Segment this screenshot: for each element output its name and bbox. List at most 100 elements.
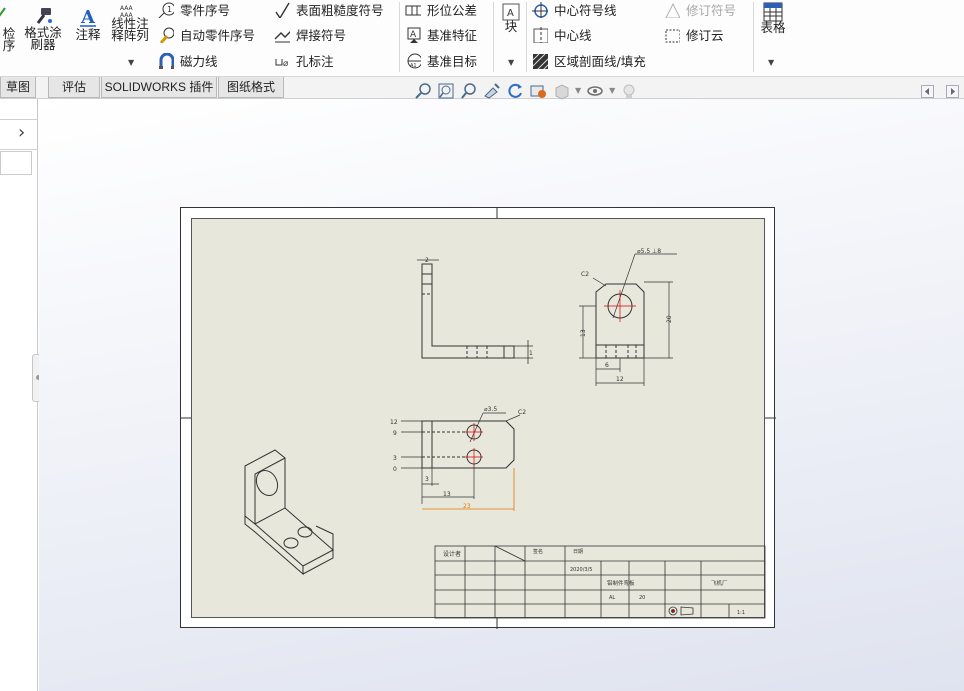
tab-sheet-format[interactable]: 图纸格式 [218,77,284,98]
tab-solidworks-addins[interactable]: SOLIDWORKS 插件 [101,77,217,98]
front-dim-12: 12 [390,419,398,426]
hide-show-dropdown-icon[interactable]: ▼ [609,82,615,102]
title-block-scale: 1:1 [737,610,745,616]
centerline-button[interactable]: 中心线 [532,25,592,44]
revision-symbol-button[interactable]: 修订符号 [664,0,736,19]
side-view [417,259,533,364]
hole-callout-button[interactable]: ⌀ 孔标注 [274,51,334,70]
linear-note-dropdown[interactable]: ▼ [128,58,134,67]
previous-view-icon[interactable] [460,82,478,100]
svg-text:A1: A1 [410,63,417,69]
panel-field[interactable] [0,151,32,175]
top-view [579,253,677,386]
svg-text:1: 1 [167,5,172,14]
block-button[interactable]: A 块 [498,3,524,33]
rotate-view-icon[interactable] [506,82,524,100]
front-chamfer-label: C2 [518,409,526,416]
datum-target-icon: A1 [407,53,421,69]
surface-finish-button[interactable]: 表面粗糙度符号 [274,0,384,19]
block-dropdown[interactable]: ▼ [508,58,514,67]
datum-target-button[interactable]: A1 基准目标 [405,51,477,70]
svg-text:1: 1 [529,350,533,357]
geometric-tolerance-icon [405,5,421,15]
magnetic-line-label: 磁力线 [180,54,218,69]
ribbon-separator [753,2,754,72]
hole-callout-label: 孔标注 [296,54,334,69]
svg-text:⌀: ⌀ [283,59,289,69]
svg-text:A: A [507,8,514,19]
title-block-unit: 飞机厂 [711,579,728,587]
block-label: 块 [504,19,518,34]
weld-symbol-icon [274,30,290,42]
zoom-to-fit-icon[interactable] [414,82,432,100]
top-hole-callout: ⌀5.5 ⊥8 [637,248,661,255]
geometric-tolerance-label: 形位公差 [427,3,478,18]
top-dim-20: 20 [666,315,673,323]
revision-cloud-label: 修订云 [686,28,724,43]
surface-finish-icon [275,2,290,18]
area-hatch-button[interactable]: 区域剖面线/填充 [532,51,646,70]
balloon-icon: 1 [158,2,174,18]
panel-top-row [0,119,38,120]
magnet-icon [159,52,174,69]
centerline-label: 中心线 [554,28,592,43]
drawing-sheet[interactable]: 2 1 ⌀5.5 ⊥8 C2 20 13 6 12 ⌀3.5 C2 12 9 3… [180,207,776,629]
note-label: 注释 [75,27,101,42]
datum-feature-icon: A [407,27,421,43]
scene-icon[interactable] [620,82,638,100]
note-button[interactable]: A 注释 [72,6,104,41]
tab-sketch[interactable]: 草图 [0,77,36,98]
arrow-right-icon [951,88,955,95]
projection-symbol-icon [668,606,694,616]
heads-up-view-toolbar: ▼ ▼ [414,82,638,102]
tab-evaluate[interactable]: 评估 [48,77,100,98]
drawing-canvas: 2 1 ⌀5.5 ⊥8 C2 20 13 6 12 ⌀3.5 C2 12 9 3… [181,208,776,629]
display-style-icon[interactable] [529,82,547,100]
title-block-header-2: 签名 [533,548,543,555]
center-mark-button[interactable]: 中心符号线 [532,0,617,19]
weld-symbol-button[interactable]: 焊接符号 [274,25,346,44]
zoom-area-icon[interactable] [437,82,455,100]
window-tile-left-button[interactable] [921,85,934,98]
section-view-icon[interactable] [483,82,501,100]
format-painter-label-2: 刷器 [30,37,56,52]
expand-arrow-icon[interactable]: › [18,121,25,145]
area-hatch-label: 区域剖面线/填充 [554,54,646,69]
balloon-label: 零件序号 [180,3,231,18]
table-dropdown[interactable]: ▼ [768,58,774,67]
linear-note-pattern-button[interactable]: AAA AAA 线性注 释阵列 [108,4,152,42]
check-icon [0,7,6,17]
front-dim-0: 0 [393,466,397,473]
svg-text:2: 2 [425,257,429,264]
model-items-button[interactable]: 检 序 [0,7,18,52]
auto-balloon-button[interactable]: 自动零件序号 [158,25,255,44]
datum-feature-button[interactable]: A 基准特征 [405,25,477,44]
title-block-date: 2020/3/5 [570,567,592,573]
centerline-icon [533,26,548,43]
hatch-icon [532,53,548,69]
auto-balloon-icon [159,27,174,43]
front-dim-9: 9 [393,430,397,437]
revision-cloud-icon [665,29,680,42]
top-dim-6: 6 [605,362,609,369]
note-a-icon: A [80,7,96,28]
table-label: 表格 [760,20,786,35]
format-painter-button[interactable]: 格式涂 刷器 [22,6,64,51]
view-dropdown-icon[interactable]: ▼ [575,82,581,102]
balloon-button[interactable]: 1 零件序号 [158,0,230,19]
geometric-tolerance-button[interactable]: 形位公差 [405,0,477,19]
hide-show-icon[interactable] [586,82,604,100]
ribbon-toolbar: 检 序 格式涂 刷器 A 注释 AAA AAA 线性注 释阵列 ▼ 1 零件序号 [0,0,964,77]
front-dim-x3: 3 [425,476,429,483]
front-dim-3: 3 [393,455,397,462]
title-block-header-3: 日期 [573,549,583,555]
view-cube-icon[interactable] [552,82,570,100]
magnetic-line-button[interactable]: 磁力线 [158,51,218,70]
datum-target-label: 基准目标 [427,54,478,69]
revision-cloud-button[interactable]: 修订云 [664,25,724,44]
panel-row-divider [0,149,38,150]
table-button[interactable]: 表格 [758,2,788,34]
window-tile-right-button[interactable] [946,85,959,98]
auto-balloon-label: 自动零件序号 [180,28,256,43]
top-dim-12: 12 [616,376,624,383]
